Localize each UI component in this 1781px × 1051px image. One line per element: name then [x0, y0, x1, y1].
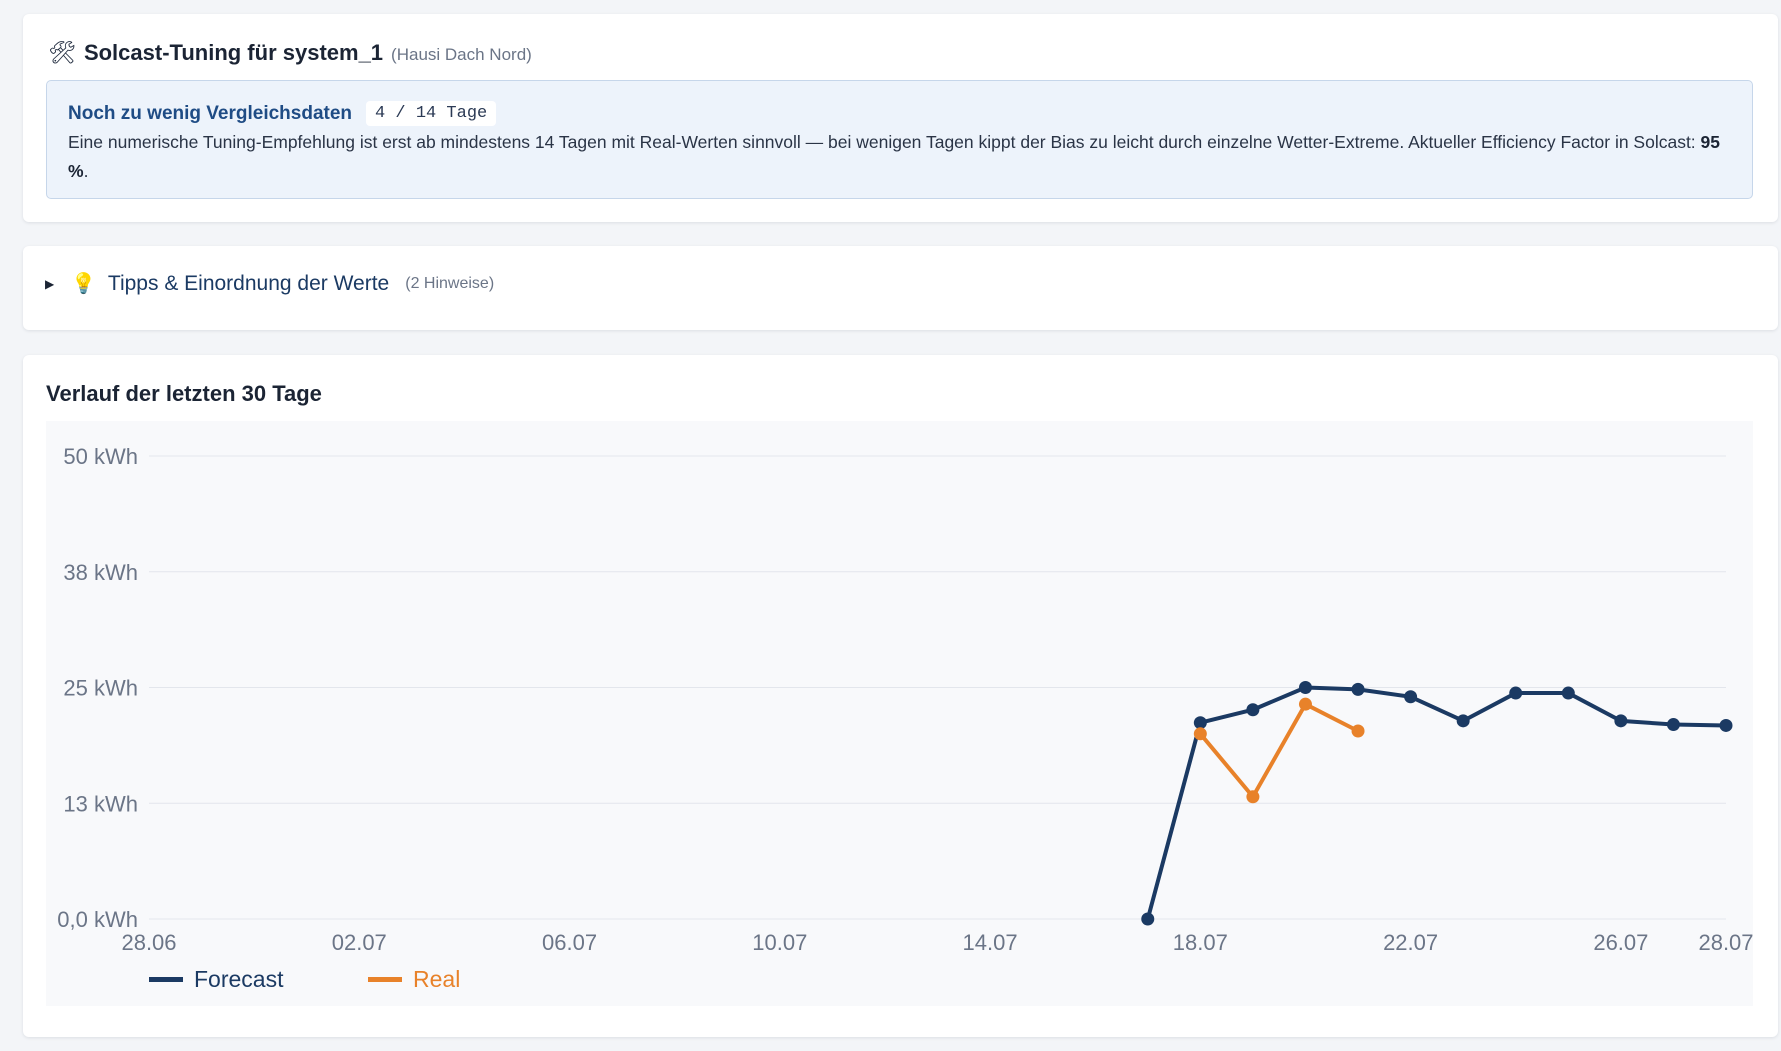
- tuning-header: 🛠 Solcast-Tuning für system_1 (Hausi Dac…: [48, 40, 532, 66]
- y-tick-label: 50 kWh: [63, 444, 138, 469]
- forecast-legend-swatch: [149, 977, 183, 982]
- x-tick-label: 28.07: [1698, 930, 1753, 955]
- y-tick-label: 13 kWh: [63, 791, 138, 816]
- lightbulb-icon: 💡: [71, 273, 96, 295]
- notice-text: Eine numerische Tuning-Empfehlung ist er…: [68, 128, 1733, 186]
- real-point: [1193, 727, 1207, 741]
- forecast-point: [1404, 690, 1418, 704]
- forecast-point: [1561, 686, 1575, 700]
- line-chart: 50 kWh 38 kWh 25 kWh 13 kWh 0,0 kWh28.06 02.0…: [57, 444, 1753, 992]
- real-legend-swatch: [368, 977, 402, 982]
- tips-label[interactable]: Tipps & Einordnung der Werte: [108, 272, 389, 296]
- forecast-point: [1298, 681, 1312, 694]
- tips-card[interactable]: ▶ 💡 Tipps & Einordnung der Werte (2 Hinw…: [23, 246, 1778, 330]
- forecast-point: [1141, 912, 1155, 926]
- x-tick-label: 06.07: [542, 930, 597, 955]
- notice-text-main: Eine numerische Tuning-Empfehlung ist er…: [68, 132, 1701, 152]
- chart-card: Verlauf der letzten 30 Tage 50 kWh 38 kWh…: [23, 355, 1778, 1037]
- forecast-point: [1666, 718, 1680, 732]
- forecast-legend-label: Forecast: [194, 966, 284, 992]
- forecast-point: [1509, 686, 1523, 700]
- forecast-point: [1719, 718, 1733, 732]
- forecast-point: [1456, 714, 1470, 728]
- insufficient-data-notice: Noch zu wenig Vergleichsdaten 4 / 14 Tag…: [46, 80, 1753, 199]
- x-tick-label: 28.06: [121, 930, 176, 955]
- forecast-point: [1351, 682, 1365, 696]
- forecast-point: [1193, 716, 1207, 730]
- forecast-point: [1246, 703, 1260, 717]
- x-tick-label: 10.07: [752, 930, 807, 955]
- chart-plot-area: 50 kWh 38 kWh 25 kWh 13 kWh 0,0 kWh 28.06 02.0…: [46, 421, 1753, 1006]
- x-tick-label: 02.07: [332, 930, 387, 955]
- x-tick-label: 26.07: [1593, 930, 1648, 955]
- x-tick-label: 22.07: [1383, 930, 1438, 955]
- x-tick-label: 14.07: [963, 930, 1018, 955]
- tips-count: (2 Hinweise): [405, 275, 495, 292]
- expand-arrow-icon[interactable]: ▶: [45, 277, 59, 291]
- tools-icon: 🛠: [48, 40, 76, 65]
- tuning-card: 🛠 Solcast-Tuning für system_1 (Hausi Dac…: [23, 14, 1778, 222]
- days-badge: 4 / 14 Tage: [366, 101, 497, 126]
- real-legend-label: Real: [413, 966, 460, 992]
- notice-text-end: .: [83, 161, 89, 181]
- real-point: [1246, 790, 1260, 804]
- y-tick-label: 25 kWh: [63, 676, 138, 701]
- chart-title: Verlauf der letzten 30 Tage: [46, 381, 322, 406]
- real-point: [1298, 697, 1312, 711]
- notice-heading: Noch zu wenig Vergleichsdaten: [68, 102, 353, 124]
- y-tick-label: 38 kWh: [63, 560, 138, 585]
- tuning-title: Solcast-Tuning für system_1: [83, 40, 384, 65]
- y-tick-label: 0,0 kWh: [57, 907, 138, 932]
- x-tick-label: 18.07: [1173, 930, 1228, 955]
- real-point: [1351, 724, 1365, 738]
- tips-toggle[interactable]: ▶ 💡 Tipps & Einordnung der Werte (2 Hinw…: [45, 272, 494, 296]
- notice-header: Noch zu wenig Vergleichsdaten 4 / 14 Tag…: [68, 101, 497, 126]
- forecast-point: [1614, 714, 1628, 728]
- tuning-subtitle: (Hausi Dach Nord): [391, 45, 532, 64]
